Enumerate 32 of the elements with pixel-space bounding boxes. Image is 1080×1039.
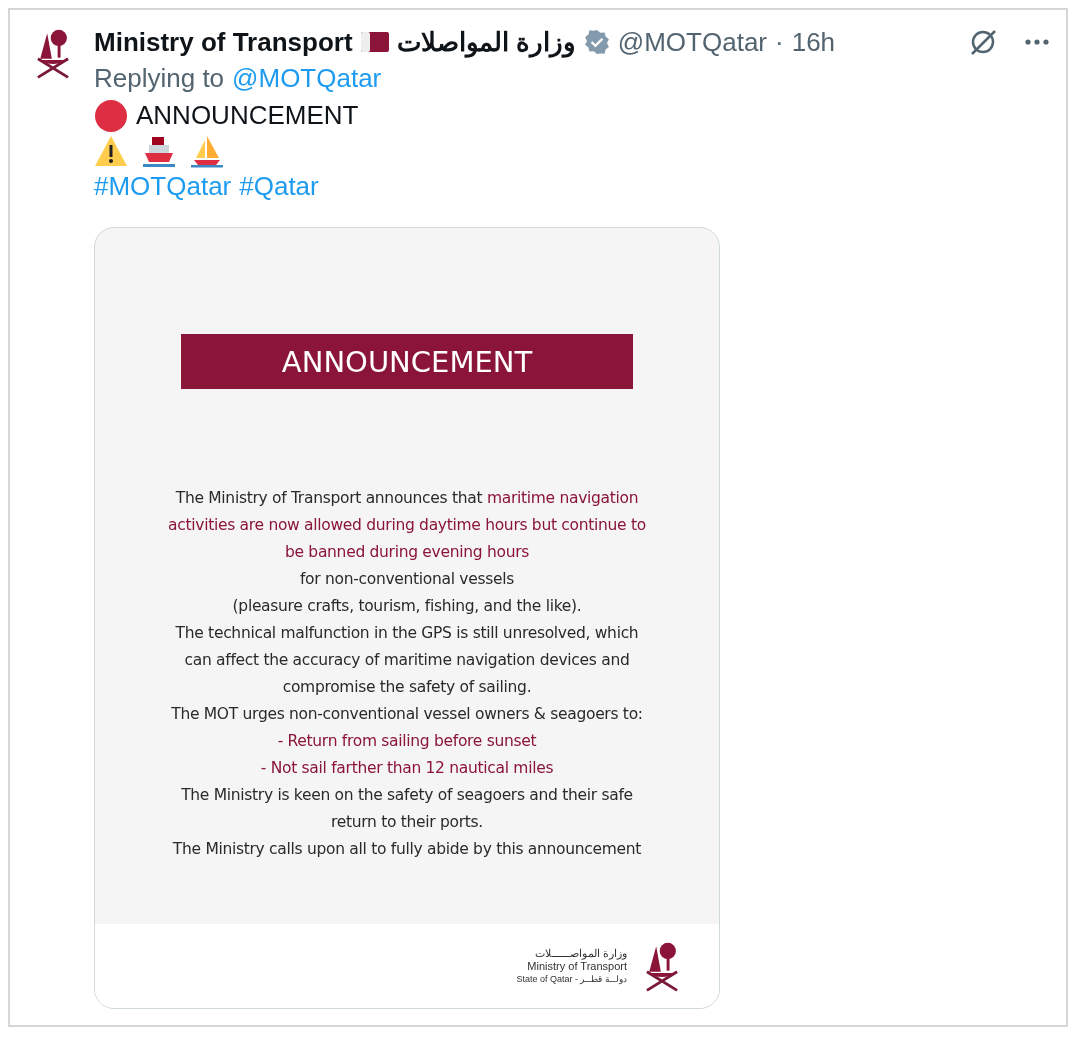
author-name[interactable]: Ministry of Transport [94, 26, 353, 58]
announcement-text: compromise the safety of sailing. [282, 677, 532, 698]
replying-label: Replying to [94, 62, 225, 95]
ship-icon [142, 134, 176, 168]
separator: · [775, 26, 784, 58]
announcement-text: The technical malfunction in the GPS is still unresolved, which [175, 623, 639, 644]
announcement-text: - Not sail farther than 12 nautical miles [260, 758, 554, 779]
announcement-text: return to their ports. [330, 812, 483, 833]
announcement-text: (pleasure crafts, tourism, fishing, and the like). [232, 596, 582, 617]
announcement-banner: ANNOUNCEMENT [181, 334, 633, 389]
flag-icon [360, 32, 389, 52]
warning-icon [94, 135, 128, 167]
logo-arabic-text: وزارة المواصــــــلات [534, 946, 627, 961]
author-name-arabic[interactable]: وزارة المواصلات [396, 26, 576, 58]
sailboat-icon [190, 134, 224, 168]
announcement-text: - Return from sailing before sunset [277, 731, 537, 752]
logo-english-text: Ministry of Transport [527, 960, 627, 975]
announcement-text: be banned during evening hours [284, 542, 530, 563]
post-time[interactable]: 16h [791, 26, 836, 58]
announcement-text: The MOT urges non-conventional vessel owners & seagoers to: [171, 704, 643, 725]
announcement-text: for non-conventional vessels [299, 569, 515, 590]
announcement-image[interactable] [94, 227, 720, 1009]
logo-state-text: State of Qatar - دولــة قطــر [516, 974, 627, 986]
author-handle[interactable]: @MOTQatar [617, 26, 767, 58]
announcement-text: activities are now allowed during daytime hours but continue to [168, 515, 646, 536]
announcement-text: The Ministry is keen on the safety of seagoers and their safe [181, 785, 633, 806]
circle-icon [94, 98, 128, 133]
announcement-text: The Ministry of Transport announces that maritime navigation [175, 488, 639, 509]
announcement-text: The Ministry calls upon all to fully abide by this announcement [172, 839, 642, 860]
more-options-icon[interactable] [1024, 38, 1050, 46]
post-heading: ANNOUNCEMENT [136, 99, 359, 132]
announcement-text: can affect the accuracy of maritime navigation devices and [184, 650, 630, 671]
